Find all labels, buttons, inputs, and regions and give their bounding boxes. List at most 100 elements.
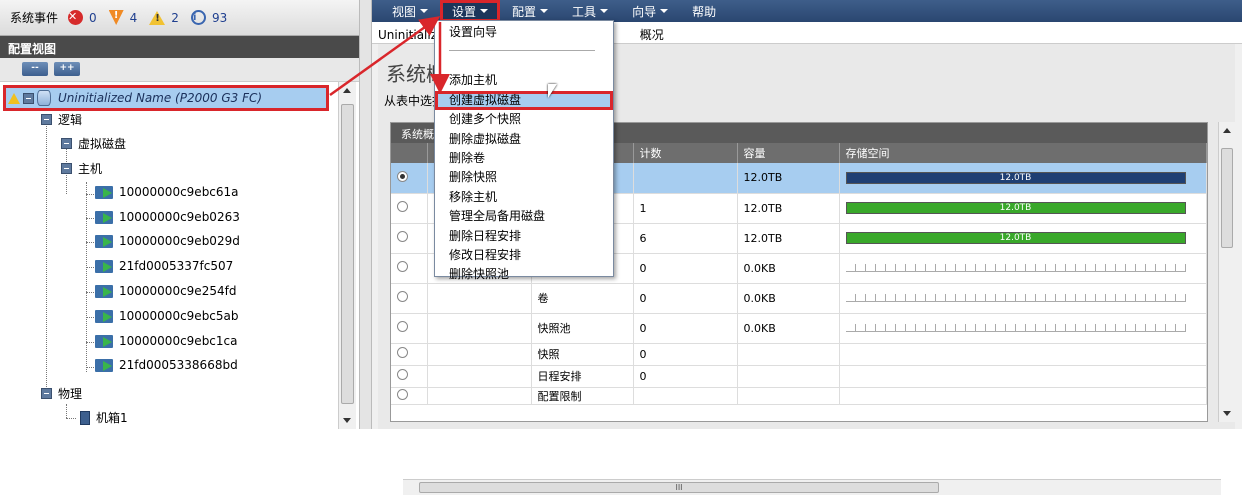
enclosure-icon — [80, 410, 90, 425]
menu-wizard[interactable]: 向导 — [620, 0, 680, 22]
col-header-capacity[interactable]: 容量 — [737, 143, 840, 163]
scroll-up-icon[interactable] — [343, 88, 351, 93]
expand-all-button[interactable]: ++ — [54, 62, 80, 76]
menu-item-delete-snappool[interactable]: 删除快照池 — [435, 265, 613, 284]
table-row[interactable]: 配置限制 — [391, 387, 1207, 405]
content-scrollbar[interactable] — [1218, 122, 1235, 422]
tree-host-item[interactable]: 10000000c9ebc5ab — [95, 309, 239, 323]
warning-icon[interactable] — [149, 10, 166, 25]
host-label: 10000000c9ebc5ab — [119, 309, 239, 323]
collapse-toggle-icon[interactable] — [61, 163, 72, 174]
host-label: 10000000c9eb0263 — [119, 210, 240, 224]
tree-node-logic[interactable]: 逻辑 — [41, 111, 82, 128]
error-count[interactable]: 0 — [89, 11, 97, 25]
menu-item-manage-spares[interactable]: 管理全局备用磁盘 — [435, 207, 613, 226]
scroll-thumb[interactable] — [341, 104, 354, 404]
host-label: 21fd0005338668bd — [119, 358, 238, 372]
table-row[interactable]: 卷 0 0.0KB — [391, 283, 1207, 314]
menu-item-delete-schedule[interactable]: 删除日程安排 — [435, 227, 613, 246]
warning-icon — [8, 92, 20, 104]
row-radio[interactable] — [397, 369, 408, 380]
menu-item-delete-vdisk[interactable]: 删除虚拟磁盘 — [435, 130, 613, 149]
row-radio[interactable] — [397, 261, 408, 272]
menu-item-create-snapshots[interactable]: 创建多个快照 — [435, 110, 613, 129]
menu-item-remove-host[interactable]: 移除主机 — [435, 188, 613, 207]
row-capacity: 0.0KB — [737, 313, 840, 344]
tree-node-vdisk[interactable]: 虚拟磁盘 — [61, 135, 126, 152]
left-panel: 系统事件 ✕ 0 ! 4 2 i 93 配置视图 -- ++ Uninitial… — [0, 0, 360, 429]
breadcrumb-current: 概况 — [639, 28, 664, 42]
host-label: 10000000c9eb029d — [119, 234, 240, 248]
tree-scrollbar[interactable] — [338, 82, 356, 429]
host-icon — [95, 185, 113, 199]
error-icon[interactable]: ✕ — [68, 10, 84, 25]
row-radio[interactable] — [397, 201, 408, 212]
mouse-cursor-icon — [548, 84, 557, 98]
tree-node-label: 机箱1 — [96, 411, 128, 425]
tree-root-system[interactable]: Uninitialized Name (P2000 G3 FC) — [3, 85, 329, 111]
tree-host-item[interactable]: 21fd0005338668bd — [95, 358, 238, 372]
storage-bar — [845, 324, 1186, 332]
menu-item-create-vdisk[interactable]: 创建虚拟磁盘 — [435, 90, 613, 111]
storage-bar: 12.0TB — [845, 232, 1186, 244]
collapse-toggle-icon[interactable] — [23, 92, 34, 104]
scroll-down-icon[interactable] — [343, 418, 351, 423]
tree-host-item[interactable]: 10000000c9eb029d — [95, 234, 240, 248]
row-radio[interactable] — [397, 347, 408, 358]
col-header-storage[interactable]: 存储空间 — [839, 143, 1207, 163]
row-name: 配置限制 — [531, 387, 634, 405]
host-icon — [95, 358, 113, 372]
scroll-thumb[interactable] — [1221, 148, 1233, 248]
menu-label: 帮助 — [692, 4, 717, 19]
tree-host-item[interactable]: 10000000c9ebc1ca — [95, 334, 238, 348]
menu-item-setup-wizard[interactable]: 设置向导 — [435, 23, 613, 42]
collapse-toggle-icon[interactable] — [61, 138, 72, 149]
scroll-up-icon[interactable] — [1223, 128, 1231, 133]
tree-node-physical[interactable]: 物理 — [41, 385, 82, 402]
table-row[interactable]: 日程安排 0 — [391, 365, 1207, 388]
row-radio[interactable] — [397, 291, 408, 302]
collapse-toggle-icon[interactable] — [41, 388, 52, 399]
tree-node-hosts[interactable]: 主机 — [61, 160, 102, 177]
tree-host-item[interactable]: 10000000c9e254fd — [95, 284, 236, 298]
row-radio[interactable] — [397, 321, 408, 332]
menu-help[interactable]: 帮助 — [680, 0, 728, 22]
collapse-toggle-icon[interactable] — [41, 114, 52, 125]
menu-item-delete-snapshot[interactable]: 删除快照 — [435, 168, 613, 187]
warning-count[interactable]: 2 — [171, 11, 179, 25]
scroll-thumb[interactable]: III — [419, 482, 939, 493]
row-count — [633, 163, 738, 194]
table-row[interactable]: 快照 0 — [391, 343, 1207, 366]
breadcrumb-system[interactable]: Uninitializ — [378, 28, 437, 42]
row-radio[interactable] — [397, 170, 408, 182]
table-row[interactable]: 快照池 0 0.0KB — [391, 313, 1207, 344]
tree-node-enclosure[interactable]: 机箱1 — [80, 409, 128, 426]
tree-host-item[interactable]: 10000000c9eb0263 — [95, 210, 240, 224]
host-icon — [95, 259, 113, 273]
chevron-down-icon — [480, 9, 489, 13]
menu-view[interactable]: 视图 — [380, 0, 440, 22]
tree-host-item[interactable]: 10000000c9ebc61a — [95, 185, 239, 199]
scroll-down-icon[interactable] — [1223, 411, 1231, 416]
menu-bar: 视图 设置 配置 工具 向导 帮助 — [372, 0, 1242, 22]
panel-splitter[interactable] — [360, 0, 372, 429]
row-radio[interactable] — [397, 231, 408, 242]
info-count[interactable]: 93 — [212, 11, 227, 25]
col-header-count[interactable]: 计数 — [633, 143, 738, 163]
menu-config[interactable]: 配置 — [500, 0, 560, 22]
menu-tools[interactable]: 工具 — [560, 0, 620, 22]
menu-item-modify-schedule[interactable]: 修改日程安排 — [435, 246, 613, 265]
row-count: 0 — [633, 313, 738, 344]
tree-host-item[interactable]: 21fd0005337fc507 — [95, 259, 233, 273]
info-icon[interactable]: i — [190, 10, 206, 25]
menu-settings[interactable]: 设置 — [440, 0, 501, 22]
row-count: 0 — [633, 283, 738, 314]
menu-item-delete-volume[interactable]: 删除卷 — [435, 149, 613, 168]
table-hscrollbar[interactable]: III — [403, 479, 1221, 495]
collapse-all-button[interactable]: -- — [22, 62, 48, 76]
row-radio[interactable] — [397, 388, 408, 400]
critical-icon[interactable]: ! — [108, 10, 124, 25]
critical-count[interactable]: 4 — [130, 11, 138, 25]
host-icon — [95, 284, 113, 298]
menu-item-add-host[interactable]: 添加主机 — [435, 71, 613, 90]
